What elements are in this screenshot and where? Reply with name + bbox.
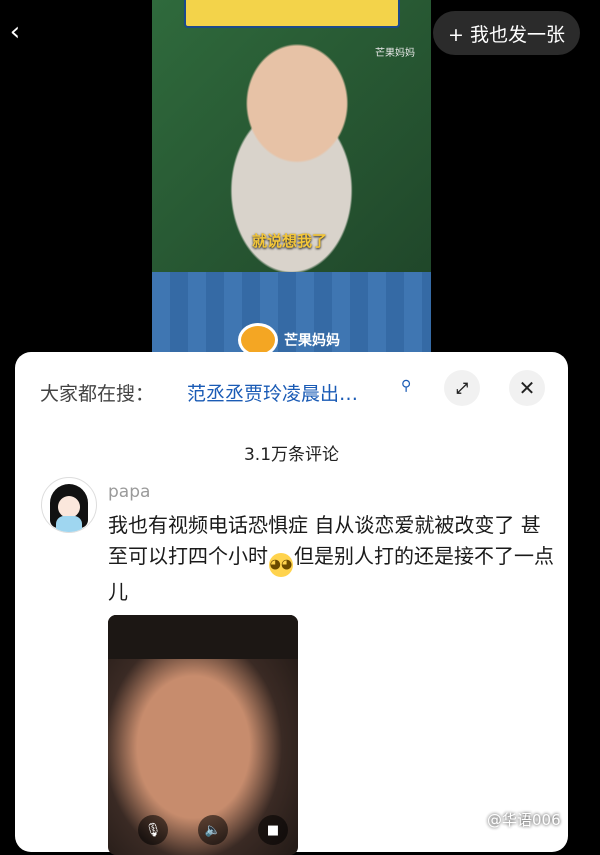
video-preview[interactable]: 芒果妈妈 就说想我了 芒果妈妈 [152,0,431,355]
expand-icon: ⤢ [455,379,468,397]
comment-username[interactable]: papa [108,482,150,502]
video-watermark: 芒果妈妈 [375,48,415,59]
comment-text: 我也有视频电话恐惧症 自从谈恋爱就被改变了 甚至可以打四个小时 ◕◕但是别人打的还… [108,510,558,608]
mic-icon: 🎙 [138,815,168,845]
post-button-label: + 我也发一张 [448,23,565,46]
post-photo-button[interactable]: + 我也发一张 [433,11,580,55]
video-subtitle: 就说想我了 [252,232,328,250]
close-icon: ✕ [518,376,536,400]
search-label: 大家都在搜： [40,383,155,405]
comment-count: 3.1万条评论 [243,445,340,465]
brand-logo-icon [238,323,278,355]
watermark: @华语006 [487,811,561,829]
chevron-left-icon: ‹ [9,17,21,47]
pleading-face-icon: ◕◕ [269,553,293,577]
back-button[interactable]: ‹ [4,17,26,47]
video-title-banner [184,0,400,28]
comment-photo[interactable]: 🎙 🔈 ■ [108,615,298,855]
expand-button[interactable]: ⤢ [444,370,480,406]
close-button[interactable]: ✕ [509,370,545,406]
avatar[interactable] [41,477,97,533]
comment-sheet: 大家都在搜： 范丞丞贾玲凌晨出… ⚲ ⤢ ✕ 3.1万条评论 papa 我也有视… [15,352,568,855]
video-brand: 芒果妈妈 [238,323,340,355]
camera-icon: ■ [258,815,288,845]
brand-name: 芒果妈妈 [284,333,340,349]
search-icon[interactable]: ⚲ [401,378,417,394]
speaker-icon: 🔈 [198,815,228,845]
search-suggestion-link[interactable]: 范丞丞贾玲凌晨出… [187,379,358,406]
call-controls: 🎙 🔈 ■ [138,815,288,849]
